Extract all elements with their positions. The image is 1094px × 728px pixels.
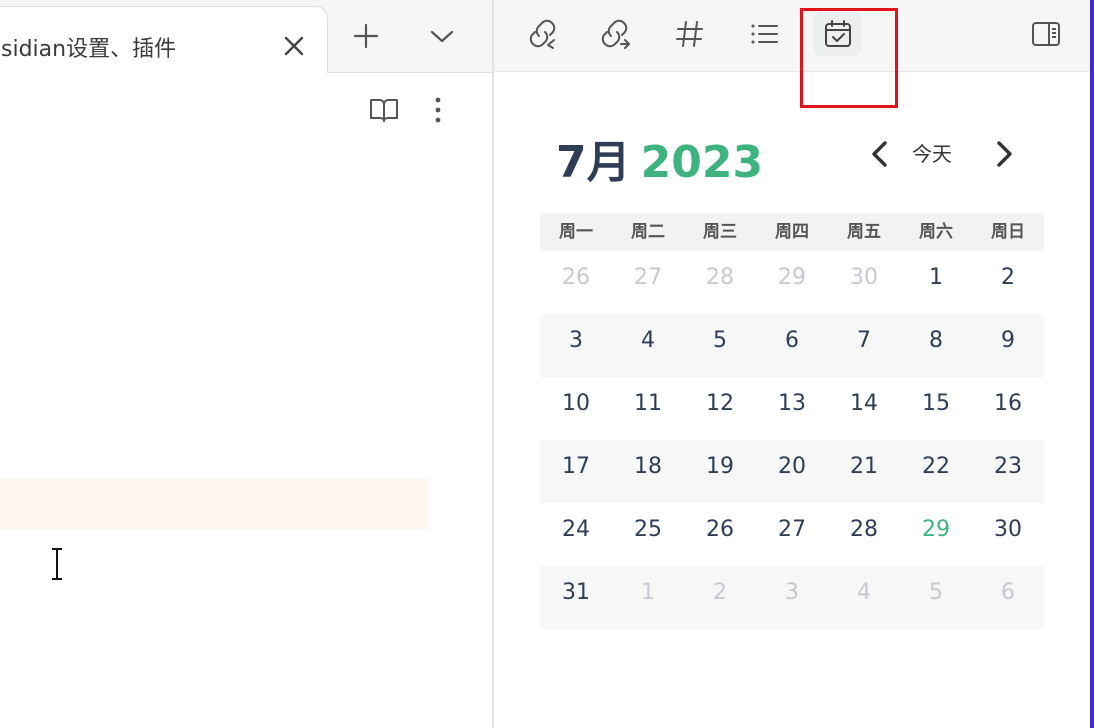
tags-button[interactable] — [666, 12, 714, 56]
calendar-day[interactable]: 20 — [756, 440, 828, 503]
backlinks-icon — [529, 19, 556, 49]
weekday-label: 周五 — [847, 222, 881, 242]
calendar-day[interactable]: 22 — [900, 440, 972, 503]
calendar-day[interactable]: 27 — [612, 251, 684, 314]
calendar-day[interactable]: 25 — [612, 503, 684, 566]
new-tab-icon[interactable] — [352, 22, 380, 50]
calendar-day[interactable]: 8 — [900, 314, 972, 377]
close-icon[interactable] — [281, 33, 307, 59]
outline-button[interactable] — [740, 12, 788, 56]
sidebar-toggle-icon — [1032, 22, 1060, 46]
calendar-day[interactable]: 19 — [684, 440, 756, 503]
weekday-label: 周六 — [919, 222, 953, 242]
calendar-day[interactable]: 23 — [972, 440, 1044, 503]
calendar-day[interactable]: 29 — [756, 251, 828, 314]
calendar-year: 2023 — [640, 137, 764, 188]
calendar-day[interactable]: 24 — [540, 503, 612, 566]
book-open-icon[interactable] — [368, 94, 400, 126]
calendar-day[interactable]: 5 — [684, 314, 756, 377]
calendar-day[interactable]: 1 — [900, 251, 972, 314]
calendar-day[interactable]: 21 — [828, 440, 900, 503]
toggle-sidebar-button[interactable] — [1022, 12, 1070, 56]
calendar-day[interactable]: 28 — [828, 503, 900, 566]
calendar-day[interactable]: 5 — [900, 566, 972, 629]
calendar-day[interactable]: 18 — [612, 440, 684, 503]
weekday-label: 周一 — [559, 222, 593, 242]
calendar-day[interactable]: 6 — [972, 566, 1044, 629]
calendar-day[interactable]: 3 — [540, 314, 612, 377]
active-line-highlight — [0, 478, 428, 530]
calendar-grid: 周一 周二 周三 周四 周五 周六 周日 26 27 28 29 30 1 2 … — [540, 213, 1044, 629]
calendar-day[interactable]: 7 — [828, 314, 900, 377]
calendar-day[interactable]: 11 — [612, 377, 684, 440]
calendar-week: 3 4 5 6 7 8 9 — [540, 314, 1044, 377]
outline-icon — [751, 24, 778, 44]
calendar-day[interactable]: 1 — [612, 566, 684, 629]
tab-title: sidian设置、插件 — [1, 37, 177, 62]
calendar-day[interactable]: 3 — [756, 566, 828, 629]
calendar-day[interactable]: 2 — [684, 566, 756, 629]
weekday-label: 周三 — [703, 222, 737, 242]
editor-pane: sidian设置、插件 — [0, 0, 492, 728]
calendar-day[interactable]: 6 — [756, 314, 828, 377]
calendar-day[interactable]: 27 — [756, 503, 828, 566]
right-sidebar: 7月 2023 今天 周一 周二 周三 周四 周五 周六 周日 26 27 28 … — [494, 0, 1090, 728]
calendar-day[interactable]: 2 — [972, 251, 1044, 314]
calendar-day[interactable]: 4 — [612, 314, 684, 377]
chevron-left-icon[interactable] — [866, 138, 894, 170]
calendar-day[interactable]: 15 — [900, 377, 972, 440]
weekday-label: 周四 — [775, 222, 809, 242]
today-button[interactable]: 今天 — [912, 138, 952, 167]
calendar-day[interactable]: 30 — [828, 251, 900, 314]
calendar-week: 10 11 12 13 14 15 16 — [540, 377, 1044, 440]
calendar-week: 17 18 19 20 21 22 23 — [540, 440, 1044, 503]
calendar-day[interactable]: 31 — [540, 566, 612, 629]
calendar-day[interactable]: 13 — [756, 377, 828, 440]
more-options-icon[interactable] — [428, 94, 448, 126]
calendar-day[interactable]: 4 — [828, 566, 900, 629]
calendar-day[interactable]: 16 — [972, 377, 1044, 440]
calendar-day[interactable]: 10 — [540, 377, 612, 440]
calendar-week: 26 27 28 29 30 1 2 — [540, 251, 1044, 314]
highlight-annotation-box — [800, 8, 898, 108]
outgoing-links-icon — [601, 19, 630, 49]
weekday-label: 周日 — [991, 222, 1025, 242]
active-tab[interactable]: sidian设置、插件 — [0, 6, 328, 73]
text-cursor-icon — [52, 548, 62, 580]
sidebar-toolbar — [494, 0, 1090, 108]
calendar-day[interactable]: 26 — [540, 251, 612, 314]
calendar-day[interactable]: 28 — [684, 251, 756, 314]
tabbar-border — [328, 72, 492, 73]
calendar-week: 24 25 26 27 28 29 30 — [540, 503, 1044, 566]
calendar-month: 7月 — [556, 137, 631, 188]
calendar-day[interactable]: 17 — [540, 440, 612, 503]
calendar-title: 7月 2023 — [556, 126, 763, 190]
calendar-day[interactable]: 12 — [684, 377, 756, 440]
weekday-header: 周一 周二 周三 周四 周五 周六 周日 — [540, 213, 1044, 251]
window-edge — [1090, 0, 1094, 728]
calendar-day[interactable]: 14 — [828, 377, 900, 440]
backlinks-button[interactable] — [518, 12, 566, 56]
chevron-down-icon[interactable] — [428, 22, 456, 50]
chevron-right-icon[interactable] — [990, 138, 1018, 170]
weekday-label: 周二 — [631, 222, 665, 242]
calendar-day[interactable]: 26 — [684, 503, 756, 566]
tab-bar: sidian设置、插件 — [0, 0, 492, 73]
calendar-day[interactable]: 9 — [972, 314, 1044, 377]
tags-icon — [676, 21, 703, 47]
calendar-day-today[interactable]: 29 — [900, 503, 972, 566]
outgoing-links-button[interactable] — [590, 12, 638, 56]
calendar-week: 31 1 2 3 4 5 6 — [540, 566, 1044, 629]
calendar-day[interactable]: 30 — [972, 503, 1044, 566]
